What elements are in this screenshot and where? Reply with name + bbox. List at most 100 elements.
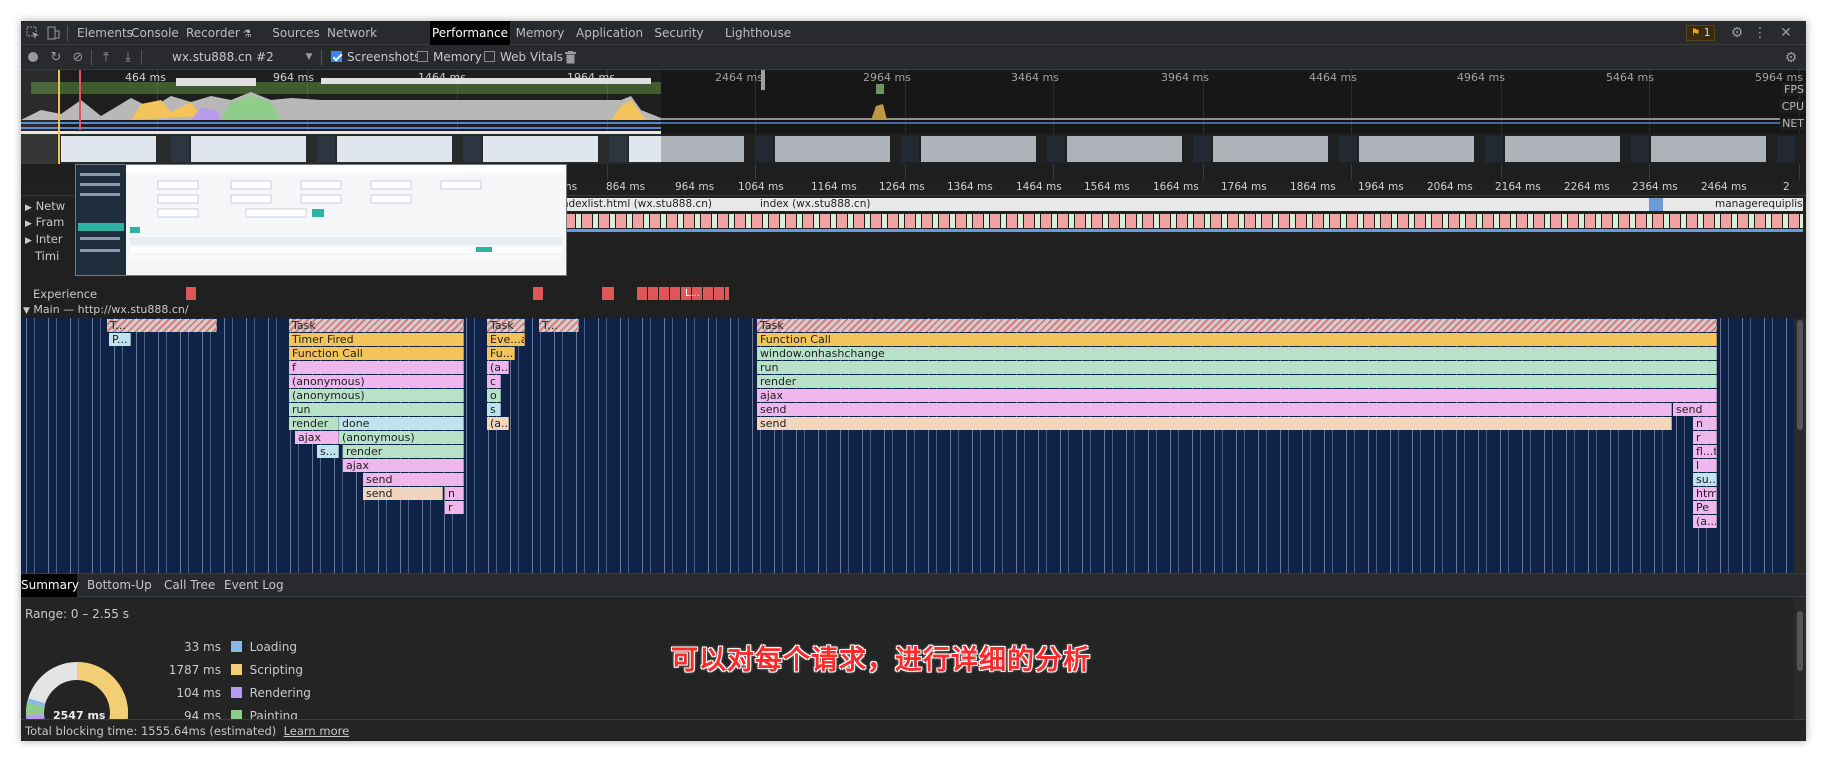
interactions-track-header[interactable]: ▶ Inter (25, 232, 63, 246)
issues-badge[interactable]: ⚑ 1 (1686, 25, 1716, 41)
flame-slice[interactable]: send (363, 487, 443, 500)
flame-slice[interactable]: n (445, 487, 464, 500)
trash-icon[interactable] (563, 50, 577, 64)
flame-slice[interactable]: T... (539, 319, 579, 332)
tab-elements[interactable]: Elements (77, 21, 133, 45)
more-options-icon[interactable]: ⋮ (1753, 25, 1767, 41)
tab-recorder[interactable]: Recorder ⚗ (186, 21, 252, 45)
flame-slice[interactable]: Fu...l (487, 347, 515, 360)
flame-slice[interactable]: (a...) (487, 417, 509, 430)
flame-slice[interactable]: ajax (757, 389, 1717, 402)
flame-slice[interactable]: s (487, 403, 501, 416)
details-tabs: Summary Bottom-Up Call Tree Event Log (21, 573, 1806, 597)
download-profile-icon[interactable]: ⤓ (121, 50, 135, 65)
reload-record-icon[interactable]: ↻ (49, 50, 63, 65)
network-track-header[interactable]: ▶ Netw (25, 199, 65, 213)
flame-slice[interactable]: P... (109, 333, 131, 346)
ruler-tick: 1064 ms (738, 181, 784, 193)
chevron-down-icon[interactable]: ▼ (304, 51, 314, 63)
flame-slice[interactable]: (a...) (1693, 515, 1717, 528)
flame-slice[interactable]: o (487, 389, 501, 402)
flame-slice[interactable]: Timer Fired (289, 333, 464, 346)
learn-more-link[interactable]: Learn more (284, 724, 350, 738)
tab-event-log[interactable]: Event Log (224, 574, 284, 597)
frames-strip[interactable] (531, 214, 1803, 228)
flame-slice[interactable]: r (445, 501, 464, 514)
network-request-marker[interactable] (1649, 198, 1663, 211)
record-icon[interactable] (27, 51, 39, 63)
inspect-element-icon[interactable] (25, 25, 41, 41)
flame-slice[interactable]: Eve...ad (487, 333, 525, 346)
flame-slice[interactable]: T... (107, 319, 217, 332)
screenshots-checkbox[interactable]: Screenshots (331, 45, 420, 70)
tab-bottom-up[interactable]: Bottom-Up (87, 574, 152, 597)
flame-slice[interactable]: f (289, 361, 464, 374)
flame-slice[interactable]: render (757, 375, 1717, 388)
flame-slice[interactable]: Function Call (757, 333, 1717, 346)
flame-slice[interactable]: fl...th (1693, 445, 1717, 458)
profile-select[interactable]: wx.stu888.cn #2 (172, 45, 274, 70)
flame-slice[interactable]: (anonymous) (339, 431, 464, 444)
flame-slice[interactable]: (anonymous) (289, 375, 464, 388)
tab-network[interactable]: Network (327, 21, 377, 45)
flame-slice[interactable]: ajax (343, 459, 464, 472)
tab-call-tree[interactable]: Call Tree (164, 574, 215, 597)
memory-checkbox[interactable]: Memory (417, 45, 482, 70)
flame-slice[interactable]: run (289, 403, 464, 416)
flame-slice[interactable]: l (1693, 459, 1717, 472)
flame-slice[interactable]: render (289, 417, 339, 430)
timings-track-header[interactable]: Timi (35, 249, 59, 263)
main-thread-header[interactable]: ▼ Main — http://wx.stu888.cn/ (23, 303, 189, 316)
flame-slice[interactable]: done (339, 417, 464, 430)
upload-profile-icon[interactable]: ⤒ (99, 50, 113, 65)
flame-slice[interactable]: Task (487, 319, 525, 332)
flame-slice[interactable]: html (1693, 487, 1717, 500)
flame-slice[interactable]: send (757, 417, 1672, 430)
close-icon[interactable]: ✕ (1778, 25, 1794, 41)
flame-slice[interactable]: render (343, 445, 464, 458)
tab-console[interactable]: Console (131, 21, 179, 45)
summary-scrollbar[interactable] (1794, 597, 1806, 719)
net-label: NET (1780, 117, 1806, 130)
flame-slice[interactable]: send (1673, 403, 1717, 416)
flame-slice[interactable]: (a...) (487, 361, 509, 374)
network-request-bar[interactable]: managerequiplist.h (1711, 198, 1803, 211)
flame-slice[interactable]: c (487, 375, 501, 388)
flame-slice[interactable]: window.onhashchange (757, 347, 1717, 360)
tab-security[interactable]: Security (653, 21, 705, 45)
main-thread-flame-chart[interactable]: T... P... Task Timer Fired Function Call… (21, 318, 1806, 573)
flame-slice[interactable]: run (757, 361, 1717, 374)
flame-slice[interactable]: r (1693, 431, 1717, 444)
tab-memory[interactable]: Memory (515, 21, 565, 45)
flame-slice[interactable]: Pe (1693, 501, 1717, 514)
flame-slice[interactable]: send (757, 403, 1672, 416)
flame-slice[interactable]: (anonymous) (289, 389, 464, 402)
flame-slice[interactable]: Task (757, 319, 1717, 332)
flame-slice[interactable]: Task (289, 319, 464, 332)
clear-icon[interactable]: ⊘ (71, 50, 85, 65)
tab-performance[interactable]: Performance (430, 21, 510, 45)
tab-sources[interactable]: Sources (272, 21, 320, 45)
tab-lighthouse[interactable]: Lighthouse (725, 21, 791, 45)
layout-shift-marker[interactable] (186, 287, 196, 300)
layout-shift-cluster[interactable]: L... (637, 287, 729, 300)
rendering-value: 104 ms (176, 686, 221, 700)
layout-shift-marker[interactable] (533, 287, 543, 300)
settings-gear-icon[interactable]: ⚙ (1729, 25, 1745, 41)
device-toolbar-icon[interactable] (45, 25, 61, 41)
ruler-tick: 864 ms (606, 181, 646, 193)
tab-summary[interactable]: Summary (21, 574, 79, 597)
capture-settings-gear-icon[interactable]: ⚙ (1783, 50, 1799, 66)
flame-slice[interactable]: su...s (1693, 473, 1717, 486)
tab-application[interactable]: Application (576, 21, 643, 45)
frames-track-header[interactable]: ▶ Fram (25, 215, 64, 229)
layout-shift-marker[interactable] (602, 287, 614, 300)
flame-slice[interactable]: Function Call (289, 347, 464, 360)
flame-slice[interactable]: n (1693, 417, 1717, 430)
flame-scrollbar[interactable] (1794, 318, 1806, 573)
web-vitals-checkbox[interactable]: Web Vitals (484, 45, 563, 70)
flame-slice[interactable]: send (363, 473, 464, 486)
network-request-bar[interactable]: index (wx.stu888.cn) (756, 198, 1711, 211)
flame-slice[interactable]: ajax (295, 431, 339, 444)
flame-slice[interactable]: s... (317, 445, 339, 458)
